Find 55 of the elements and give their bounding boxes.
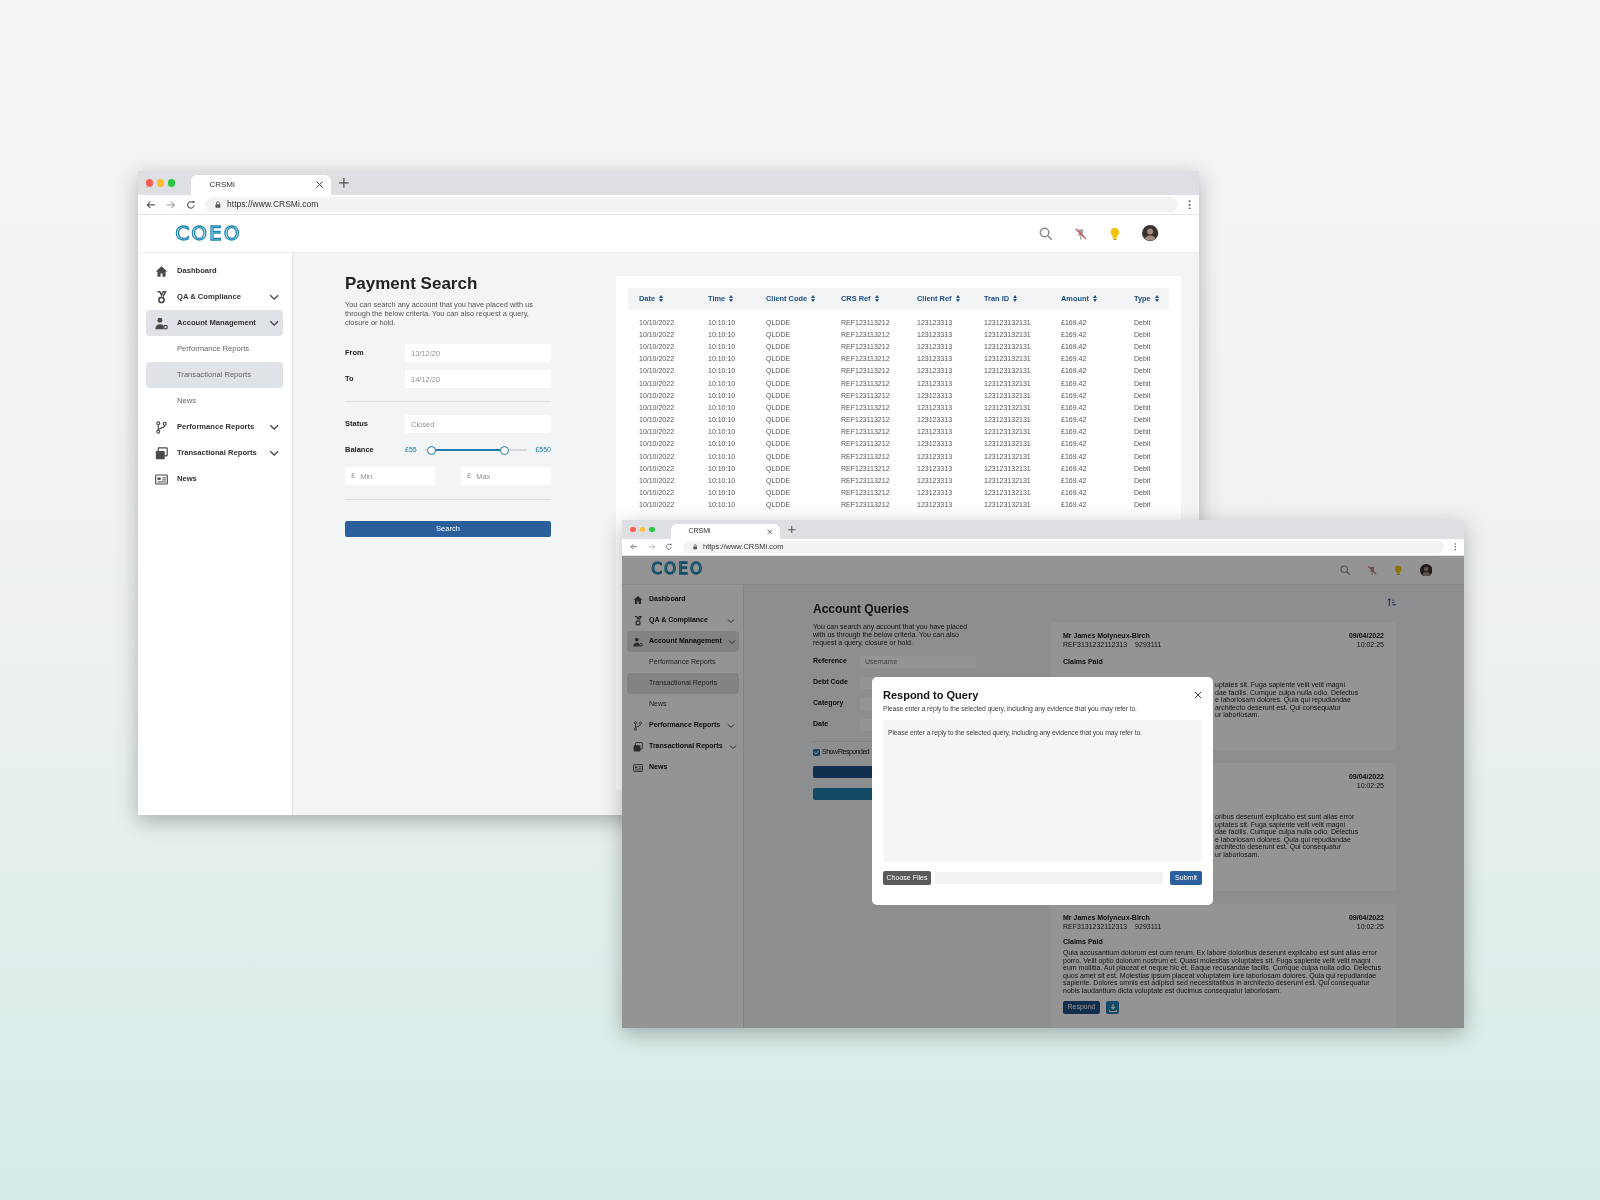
- search-icon[interactable]: [1039, 226, 1053, 241]
- back-icon[interactable]: [146, 199, 156, 210]
- sort-icon: [811, 295, 816, 303]
- page-title: Account Queries: [813, 602, 911, 617]
- menu-icon[interactable]: [1187, 199, 1191, 210]
- close-icon[interactable]: [315, 181, 323, 189]
- download-icon: [1108, 1003, 1117, 1012]
- lock-icon: [215, 200, 222, 209]
- document-stack-icon: [633, 741, 643, 752]
- search-icon[interactable]: [1340, 564, 1351, 576]
- new-tab-icon[interactable]: [338, 178, 349, 188]
- page-title: Payment Search: [345, 273, 479, 295]
- close-icon[interactable]: [766, 528, 773, 535]
- address-field[interactable]: https://www.CRSMi.com: [205, 197, 1178, 212]
- sort-icon: [1154, 295, 1159, 303]
- person-gear-icon: [633, 636, 643, 647]
- dialog-title: Respond to Query: [883, 688, 979, 702]
- forward-icon[interactable]: [165, 199, 176, 210]
- document-stack-icon: [155, 446, 168, 460]
- download-button[interactable]: [1106, 1001, 1119, 1014]
- close-icon[interactable]: [1194, 691, 1202, 699]
- crossed-pin-icon[interactable]: [1073, 226, 1088, 241]
- sort-icon: [1092, 295, 1097, 303]
- avatar[interactable]: [1419, 563, 1433, 577]
- sort-icon: [874, 295, 879, 303]
- browser-tab[interactable]: CRSMi: [191, 175, 331, 195]
- sort-icon: [729, 295, 734, 303]
- lock-icon: [692, 544, 697, 550]
- sort-icon: [955, 295, 960, 303]
- avatar[interactable]: [1142, 225, 1159, 242]
- menu-icon[interactable]: [1453, 543, 1456, 551]
- reload-icon[interactable]: [665, 543, 673, 551]
- close-button[interactable]: [146, 179, 154, 187]
- new-tab-icon[interactable]: [788, 525, 796, 534]
- sort-icon[interactable]: [1387, 597, 1396, 607]
- branch-icon: [633, 720, 643, 731]
- checkbox[interactable]: [813, 748, 820, 756]
- slider-thumb[interactable]: [500, 445, 510, 455]
- person-gear-icon: [155, 316, 168, 330]
- branch-icon: [155, 420, 168, 434]
- home-icon: [633, 594, 643, 605]
- logo: COEO: [651, 562, 705, 578]
- medal-icon: [633, 615, 643, 626]
- sort-icon: [1013, 295, 1018, 303]
- close-button[interactable]: [630, 526, 636, 533]
- slider-thumb[interactable]: [427, 445, 437, 455]
- reload-icon[interactable]: [185, 199, 196, 210]
- newspaper-icon: [155, 472, 168, 486]
- logo: COEO: [175, 223, 242, 244]
- medal-icon: [155, 290, 168, 304]
- sort-icon: [659, 295, 664, 303]
- newspaper-icon: [633, 762, 643, 773]
- home-icon: [155, 264, 168, 278]
- crossed-pin-icon[interactable]: [1366, 564, 1378, 576]
- back-icon[interactable]: [630, 543, 638, 551]
